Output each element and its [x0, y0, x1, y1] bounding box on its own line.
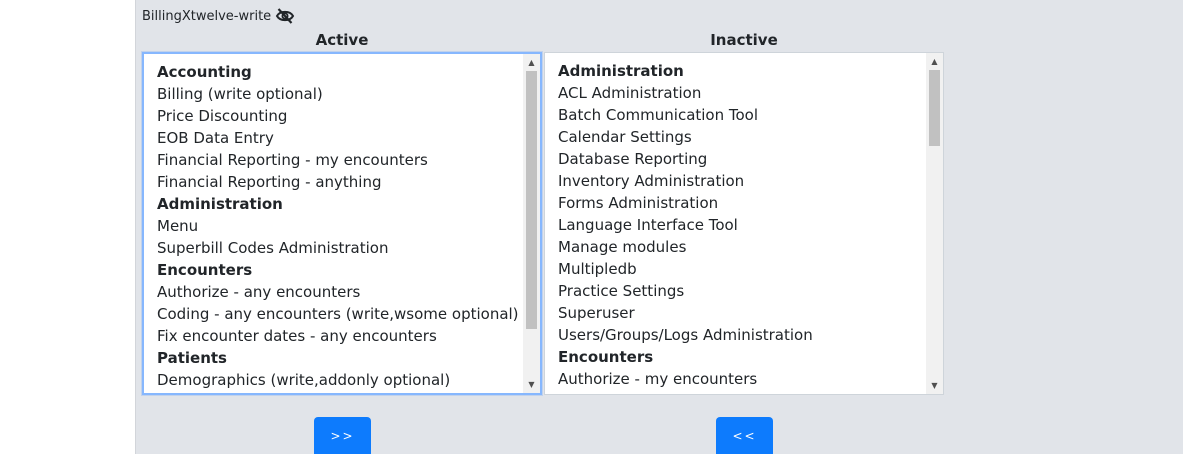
list-option[interactable]: Billing (write optional)	[144, 83, 523, 105]
inactive-options: Administration ACL Administration Batch Co…	[545, 53, 926, 394]
list-option[interactable]: Coding - any encounters (write,wsome opt…	[144, 303, 523, 325]
list-option[interactable]: Users/Groups/Logs Administration	[545, 324, 926, 346]
scroll-up-arrow-icon[interactable]: ▲	[926, 53, 943, 70]
scroll-down-arrow-icon[interactable]: ▼	[926, 377, 943, 394]
list-option[interactable]: Inventory Administration	[545, 170, 926, 192]
list-option[interactable]: Multipledb	[545, 258, 926, 280]
list-option[interactable]: Menu	[144, 215, 523, 237]
inactive-scrollbar[interactable]: ▲ ▼	[926, 53, 943, 394]
list-option[interactable]: Financial Reporting - anything	[144, 171, 523, 193]
list-option[interactable]: Batch Communication Tool	[545, 104, 926, 126]
list-option[interactable]: Forms Administration	[545, 192, 926, 214]
list-option[interactable]: Manage modules	[545, 236, 926, 258]
scroll-down-arrow-icon[interactable]: ▼	[523, 376, 540, 393]
remove-from-active-button[interactable]: <<	[716, 417, 773, 454]
inactive-listbox[interactable]: Administration ACL Administration Batch Co…	[544, 52, 944, 395]
group-name: BillingXtwelve-write	[142, 8, 272, 24]
list-option[interactable]: Practice Settings	[545, 280, 926, 302]
list-option[interactable]: EOB Data Entry	[144, 127, 523, 149]
option-group-label: Administration	[157, 195, 283, 213]
list-option[interactable]: Demographics (write,addonly optional)	[144, 369, 523, 391]
list-option[interactable]: Superuser	[545, 302, 926, 324]
group-title: BillingXtwelve-write	[142, 7, 295, 25]
eye-slash-icon[interactable]	[275, 7, 295, 25]
inactive-header: Inactive	[710, 31, 778, 49]
list-option[interactable]: ACL Administration	[545, 82, 926, 104]
option-group-label: Encounters	[558, 348, 654, 366]
scroll-thumb[interactable]	[929, 70, 940, 146]
list-option[interactable]: Calendar Settings	[545, 126, 926, 148]
list-option[interactable]: Price Discounting	[144, 105, 523, 127]
active-options: Accounting Billing (write optional) Price …	[144, 54, 523, 393]
list-option[interactable]: Financial Reporting - my encounters	[144, 149, 523, 171]
option-group-label: Administration	[558, 62, 684, 80]
list-option[interactable]: Lab Results (write,addonly optional)	[144, 391, 523, 393]
option-group-label: Encounters	[157, 261, 253, 279]
option-group-label: Accounting	[157, 63, 252, 81]
list-option[interactable]: Coding - my encounters (write,wsome opti…	[545, 390, 926, 394]
active-scrollbar[interactable]: ▲ ▼	[523, 54, 540, 393]
scroll-thumb[interactable]	[526, 71, 537, 329]
list-option[interactable]: Authorize - any encounters	[144, 281, 523, 303]
acl-group-panel: BillingXtwelve-write Active Inactive Acc…	[135, 0, 1183, 454]
active-listbox[interactable]: Accounting Billing (write optional) Price …	[142, 52, 542, 395]
list-option[interactable]: Authorize - my encounters	[545, 368, 926, 390]
list-option[interactable]: Database Reporting	[545, 148, 926, 170]
list-option[interactable]: Language Interface Tool	[545, 214, 926, 236]
list-option[interactable]: Fix encounter dates - any encounters	[144, 325, 523, 347]
option-group-label: Patients	[157, 349, 227, 367]
add-to-active-button[interactable]: >>	[314, 417, 371, 454]
active-header: Active	[315, 31, 369, 49]
scroll-up-arrow-icon[interactable]: ▲	[523, 54, 540, 71]
list-option[interactable]: Superbill Codes Administration	[144, 237, 523, 259]
